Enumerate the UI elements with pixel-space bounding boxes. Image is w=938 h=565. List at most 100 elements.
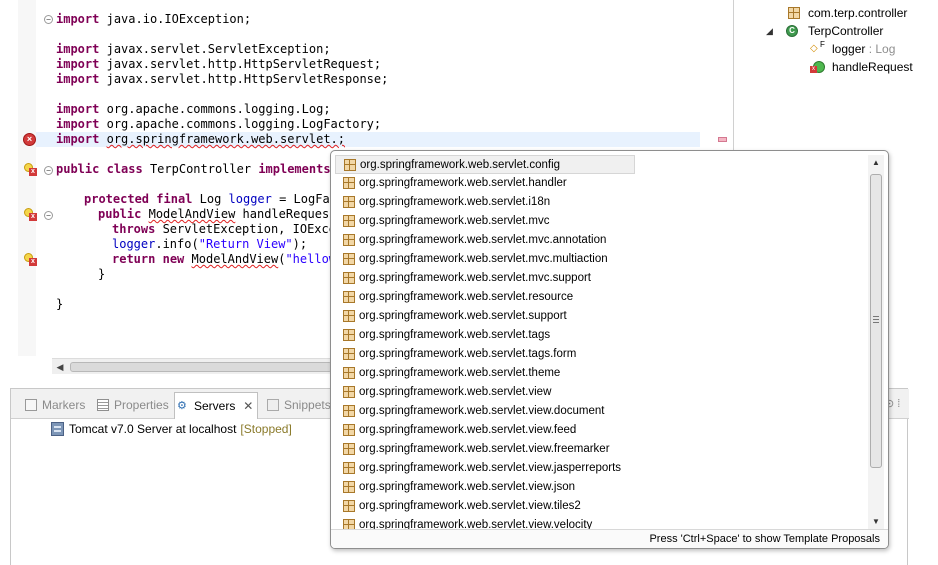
- method-error-icon: x: [810, 61, 825, 73]
- code-line-import[interactable]: import java.io.IOException;: [56, 12, 251, 27]
- proposal-label: org.springframework.web.servlet.handler: [359, 177, 567, 189]
- editor-gutter: [18, 0, 36, 356]
- code-line-import-current[interactable]: import org.springframework.web.servlet.;: [56, 132, 345, 147]
- tab-snippets[interactable]: Snippets: [265, 395, 331, 415]
- final-marker: F: [820, 40, 825, 49]
- proposal-item[interactable]: org.springframework.web.servlet.view.jas…: [335, 459, 867, 478]
- proposal-label: org.springframework.web.servlet.mvc.mult…: [359, 253, 608, 265]
- proposal-label: org.springframework.web.servlet.view.jso…: [359, 481, 576, 493]
- package-icon: [343, 424, 355, 436]
- proposal-list-scrollbar[interactable]: ▲ ▼: [868, 155, 884, 530]
- markers-icon: [25, 399, 37, 411]
- proposal-item[interactable]: org.springframework.web.servlet.view.jso…: [335, 478, 867, 497]
- overview-error-marker[interactable]: [718, 137, 727, 142]
- tab-servers[interactable]: ⚙ Servers ✕: [174, 392, 259, 419]
- scroll-left-arrow-icon[interactable]: ◀: [52, 359, 68, 375]
- proposal-label: org.springframework.web.servlet.tags.for…: [359, 348, 577, 360]
- code-line-close-brace[interactable]: }: [56, 297, 63, 312]
- proposal-label: org.springframework.web.servlet.theme: [359, 367, 561, 379]
- proposal-item[interactable]: org.springframework.web.servlet.i18n: [335, 193, 867, 212]
- scrollbar-thumb[interactable]: [870, 174, 882, 468]
- code-line-import[interactable]: import javax.servlet.ServletException;: [56, 42, 331, 57]
- package-icon: [344, 159, 356, 171]
- proposal-item[interactable]: org.springframework.web.servlet.tags.for…: [335, 345, 867, 364]
- proposal-label: org.springframework.web.servlet.view.jas…: [359, 462, 622, 474]
- proposal-item[interactable]: org.springframework.web.servlet.view.doc…: [335, 402, 867, 421]
- proposal-item[interactable]: org.springframework.web.servlet.mvc.anno…: [335, 231, 867, 250]
- class-icon: C: [786, 25, 798, 37]
- code-line-return[interactable]: return new ModelAndView("hellow: [112, 252, 336, 267]
- field-icon: ◇: [810, 43, 818, 54]
- proposal-item[interactable]: org.springframework.web.servlet.view: [335, 383, 867, 402]
- proposal-item[interactable]: org.springframework.web.servlet.config: [335, 155, 635, 174]
- proposal-item[interactable]: org.springframework.web.servlet.view.fee…: [335, 421, 867, 440]
- package-icon: [343, 234, 355, 246]
- outline-method[interactable]: x handleRequest: [810, 59, 913, 75]
- error-icon[interactable]: ×: [23, 133, 36, 146]
- outline-package[interactable]: com.terp.controller: [786, 5, 907, 21]
- package-icon: [343, 310, 355, 322]
- proposal-label: org.springframework.web.servlet.view.til…: [359, 500, 581, 512]
- proposal-label: org.springframework.web.servlet.mvc.anno…: [359, 234, 607, 246]
- proposal-label: org.springframework.web.servlet.mvc.supp…: [359, 272, 591, 284]
- proposal-item[interactable]: org.springframework.web.servlet.tags: [335, 326, 867, 345]
- proposal-item[interactable]: org.springframework.web.servlet.mvc.mult…: [335, 250, 867, 269]
- quickfix-error-icon[interactable]: x: [24, 253, 37, 266]
- quickfix-error-icon[interactable]: x: [24, 163, 37, 176]
- scroll-up-arrow-icon[interactable]: ▲: [868, 155, 884, 171]
- proposal-label: org.springframework.web.servlet.view.fee…: [359, 424, 577, 436]
- content-assist-popup[interactable]: org.springframework.web.servlet.config or…: [330, 150, 889, 549]
- servers-icon: ⚙: [177, 400, 187, 412]
- proposal-label: org.springframework.web.servlet.support: [359, 310, 567, 322]
- fold-toggle-method[interactable]: −: [44, 211, 53, 220]
- code-line-throws[interactable]: throws ServletException, IOExce: [112, 222, 336, 237]
- properties-icon: [97, 399, 109, 411]
- proposal-item[interactable]: org.springframework.web.servlet.mvc: [335, 212, 867, 231]
- snippets-icon: [267, 399, 279, 411]
- proposal-list[interactable]: org.springframework.web.servlet.config or…: [335, 155, 867, 530]
- fold-toggle-imports[interactable]: −: [44, 15, 53, 24]
- outline-field[interactable]: ◇ F logger : Log: [810, 40, 895, 57]
- proposal-item[interactable]: org.springframework.web.servlet.resource: [335, 288, 867, 307]
- close-icon[interactable]: ✕: [243, 393, 253, 419]
- tab-properties[interactable]: Properties: [95, 395, 169, 415]
- proposal-item[interactable]: org.springframework.web.servlet.view.vel…: [335, 516, 867, 530]
- proposal-item[interactable]: org.springframework.web.servlet.theme: [335, 364, 867, 383]
- package-icon: [343, 500, 355, 512]
- package-icon: [343, 367, 355, 379]
- proposal-label: org.springframework.web.servlet.view: [359, 386, 552, 398]
- package-icon: [343, 481, 355, 493]
- proposal-label: org.springframework.web.servlet.view.fre…: [359, 443, 610, 455]
- code-line-method-decl[interactable]: public ModelAndView handleRequest: [98, 207, 336, 222]
- tree-expand-icon[interactable]: ◢: [766, 23, 773, 39]
- proposal-item[interactable]: org.springframework.web.servlet.mvc.supp…: [335, 269, 867, 288]
- code-line-close-brace[interactable]: }: [98, 267, 105, 282]
- package-icon: [343, 272, 355, 284]
- proposal-item[interactable]: org.springframework.web.servlet.view.til…: [335, 497, 867, 516]
- package-icon: [343, 177, 355, 189]
- code-line-import[interactable]: import org.apache.commons.logging.LogFac…: [56, 117, 381, 132]
- code-line-import[interactable]: import javax.servlet.http.HttpServletReq…: [56, 57, 381, 72]
- code-line-import[interactable]: import javax.servlet.http.HttpServletRes…: [56, 72, 388, 87]
- package-icon: [343, 348, 355, 360]
- code-line-import[interactable]: import org.apache.commons.logging.Log;: [56, 102, 331, 117]
- package-icon: [343, 196, 355, 208]
- code-line-class-decl[interactable]: public class TerpController implements: [56, 162, 331, 177]
- package-icon: [343, 215, 355, 227]
- proposal-item[interactable]: org.springframework.web.servlet.support: [335, 307, 867, 326]
- proposal-label: org.springframework.web.servlet.mvc: [359, 215, 550, 227]
- package-icon: [343, 329, 355, 341]
- proposal-label: org.springframework.web.servlet.i18n: [359, 196, 551, 208]
- scroll-down-arrow-icon[interactable]: ▼: [868, 514, 884, 530]
- code-line-field[interactable]: protected final Log logger = LogFac: [84, 192, 337, 207]
- server-entry[interactable]: Tomcat v7.0 Server at localhost [Stopped]: [51, 421, 292, 437]
- fold-toggle-class[interactable]: −: [44, 166, 53, 175]
- proposal-item[interactable]: org.springframework.web.servlet.view.fre…: [335, 440, 867, 459]
- package-icon: [343, 405, 355, 417]
- package-icon: [343, 386, 355, 398]
- quickfix-error-icon[interactable]: x: [24, 208, 37, 221]
- tab-markers[interactable]: Markers: [23, 395, 85, 415]
- scrollbar-thumb[interactable]: [70, 362, 332, 372]
- code-line-log[interactable]: logger.info("Return View");: [112, 237, 307, 252]
- proposal-item[interactable]: org.springframework.web.servlet.handler: [335, 174, 867, 193]
